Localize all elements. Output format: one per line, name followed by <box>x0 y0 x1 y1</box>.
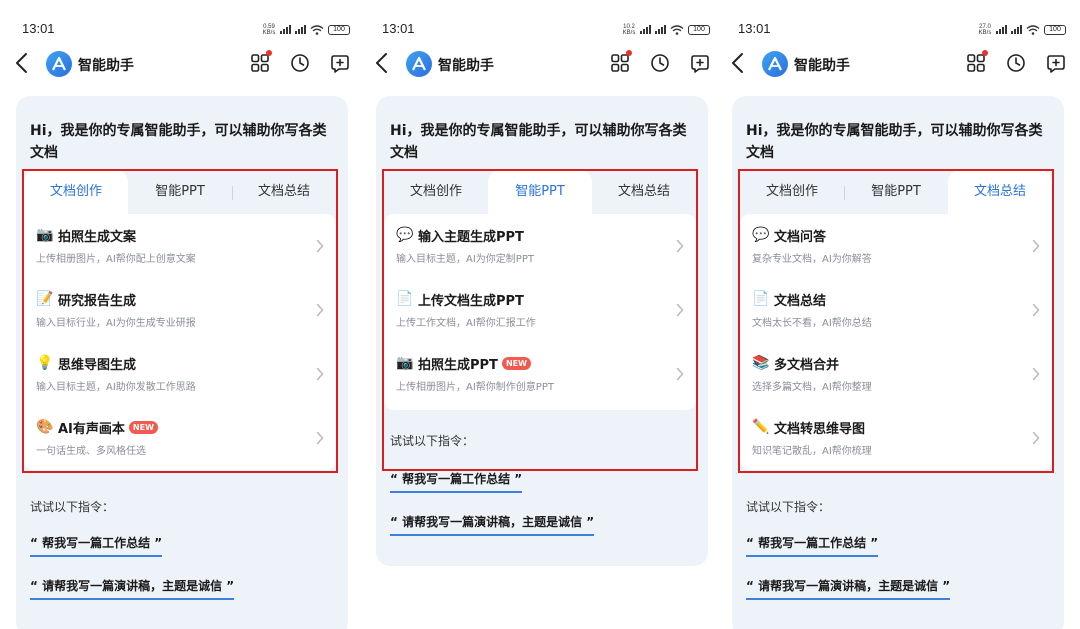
new-chat-icon[interactable] <box>330 53 350 73</box>
suggested-prompt[interactable]: “ 请帮我写一篇演讲稿，主题是诚信 ” <box>746 577 951 600</box>
network-speed-unit: KB/s <box>978 29 992 36</box>
wifi-icon <box>1026 20 1040 39</box>
new-chat-icon[interactable] <box>1046 53 1066 73</box>
battery-icon: 100 <box>1044 24 1066 35</box>
notification-dot <box>266 50 272 56</box>
prompts-heading: 试试以下指令： <box>746 500 831 514</box>
notification-dot <box>982 50 988 56</box>
status-time: 13:01 <box>22 21 55 36</box>
status-icons: 10.2 KB/s 100 <box>622 20 710 39</box>
suggested-prompt[interactable]: “ 帮我写一篇工作总结 ” <box>746 534 879 557</box>
network-speed-value: 10.2 <box>623 23 635 30</box>
status-time: 13:01 <box>382 21 415 36</box>
suggested-prompt[interactable]: “ 帮我写一篇工作总结 ” <box>390 470 523 493</box>
history-clock-icon[interactable] <box>290 53 310 73</box>
back-icon[interactable] <box>374 52 390 74</box>
wifi-icon <box>310 20 324 39</box>
suggested-prompt[interactable]: “ 请帮我写一篇演讲稿，主题是诚信 ” <box>390 513 595 536</box>
nav-bar: 智能助手 <box>0 44 360 84</box>
nav-bar: 智能助手 <box>716 44 1076 84</box>
apps-grid-icon[interactable] <box>966 53 986 73</box>
network-speed-unit: KB/s <box>622 29 636 36</box>
suggested-prompt[interactable]: “ 请帮我写一篇演讲稿，主题是诚信 ” <box>30 577 235 600</box>
phone-screen-1: 13:01 0.59 KB/s 100 智能助手 Hi，我是你的专属智能助手，可以辅助你写… <box>0 0 360 629</box>
assistant-logo-icon <box>762 51 788 77</box>
battery-icon: 100 <box>328 24 350 35</box>
network-speed-unit: KB/s <box>262 29 276 36</box>
highlight-box <box>22 169 338 473</box>
app-title: 智能助手 <box>438 58 494 74</box>
prompts-heading: 试试以下指令： <box>30 500 115 514</box>
notification-dot <box>626 50 632 56</box>
apps-grid-icon[interactable] <box>610 53 630 73</box>
signal-icon <box>655 25 666 34</box>
app-title: 智能助手 <box>794 58 850 74</box>
new-chat-icon[interactable] <box>690 53 710 73</box>
highlight-box <box>382 169 698 471</box>
greeting-text: Hi，我是你的专属智能助手，可以辅助你写各类文档 <box>30 123 327 161</box>
network-speed: 27.0 KB/s <box>978 24 992 36</box>
back-icon[interactable] <box>14 52 30 74</box>
signal-icon <box>640 25 651 34</box>
status-bar: 13:01 10.2 KB/s 100 <box>360 0 720 44</box>
highlight-box <box>738 169 1054 473</box>
phone-screen-3: 13:01 27.0 KB/s 100 智能助手 Hi，我是你的专属智能助手，可以辅助你写… <box>716 0 1076 629</box>
assistant-logo-icon <box>406 51 432 77</box>
status-icons: 27.0 KB/s 100 <box>978 20 1066 39</box>
app-title: 智能助手 <box>78 58 134 74</box>
signal-icon <box>1011 25 1022 34</box>
suggested-prompt[interactable]: “ 帮我写一篇工作总结 ” <box>30 534 163 557</box>
apps-grid-icon[interactable] <box>250 53 270 73</box>
history-clock-icon[interactable] <box>1006 53 1026 73</box>
assistant-logo-icon <box>46 51 72 77</box>
network-speed-value: 0.59 <box>263 23 275 30</box>
greeting-text: Hi，我是你的专属智能助手，可以辅助你写各类文档 <box>746 123 1043 161</box>
status-icons: 0.59 KB/s 100 <box>262 20 350 39</box>
battery-icon: 100 <box>688 24 710 35</box>
back-icon[interactable] <box>730 52 746 74</box>
network-speed-value: 27.0 <box>979 23 991 30</box>
greeting-text: Hi，我是你的专属智能助手，可以辅助你写各类文档 <box>390 123 687 161</box>
phone-screen-2: 13:01 10.2 KB/s 100 智能助手 Hi，我是你的专属智能助手，可以辅助你写… <box>360 0 720 629</box>
status-bar: 13:01 27.0 KB/s 100 <box>716 0 1076 44</box>
status-time: 13:01 <box>738 21 771 36</box>
signal-icon <box>280 25 291 34</box>
network-speed: 0.59 KB/s <box>262 24 276 36</box>
wifi-icon <box>670 20 684 39</box>
nav-bar: 智能助手 <box>360 44 720 84</box>
signal-icon <box>996 25 1007 34</box>
signal-icon <box>295 25 306 34</box>
network-speed: 10.2 KB/s <box>622 24 636 36</box>
history-clock-icon[interactable] <box>650 53 670 73</box>
status-bar: 13:01 0.59 KB/s 100 <box>0 0 360 44</box>
